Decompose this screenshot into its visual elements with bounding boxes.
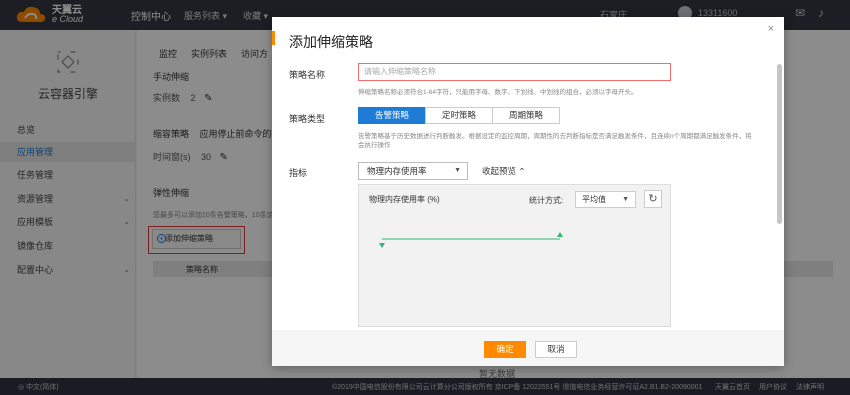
- policy-type-label: 策略类型: [289, 114, 326, 124]
- cancel-button[interactable]: 取消: [535, 341, 577, 358]
- metric-select-value: 物理内存使用率: [367, 166, 427, 176]
- policy-type-hint: 告警策略基于历史数据进行判断触发。根据设定的监控周期，周期性的去判断指标是否满足…: [358, 133, 752, 149]
- stat-method-label: 统计方式:: [529, 196, 564, 205]
- dialog-scrollbar[interactable]: [777, 64, 782, 224]
- collapse-preview-label: 收起预览: [482, 166, 517, 176]
- collapse-preview-link[interactable]: 收起预览 ⌃: [482, 165, 526, 177]
- caret-down-icon: ▼: [454, 167, 461, 174]
- policy-name-label: 策略名称: [289, 70, 326, 80]
- chevron-up-icon: ⌃: [518, 166, 526, 176]
- policy-name-input[interactable]: 请输入伸缩策略名称: [358, 63, 671, 81]
- metric-line-chart: [379, 232, 563, 248]
- close-icon[interactable]: ×: [768, 23, 774, 35]
- refresh-icon[interactable]: ↻: [644, 190, 662, 208]
- policy-type-scheduled[interactable]: 定时策略: [425, 107, 493, 124]
- caret-down-icon: ▼: [622, 196, 629, 203]
- title-accent: [272, 31, 275, 45]
- dialog-title: 添加伸缩策略: [289, 34, 373, 50]
- dialog-footer: 确定 取消: [272, 330, 784, 366]
- metric-label: 指标: [289, 168, 308, 178]
- chart-title: 物理内存使用率 (%): [369, 195, 440, 204]
- confirm-button[interactable]: 确定: [484, 341, 526, 358]
- policy-name-hint: 伸缩策略名称必须符合1-64字符，只能用字母、数字、下划线、中划线的组合，必须以…: [358, 89, 638, 96]
- stat-method-value: 平均值: [582, 195, 606, 204]
- policy-type-selector: 告警策略 定时策略 周期策略: [358, 107, 560, 124]
- metric-preview-chart: 物理内存使用率 (%) 统计方式: 平均值 ▼ ↻: [358, 184, 671, 327]
- add-scaling-policy-dialog: 添加伸缩策略 × 策略名称 请输入伸缩策略名称 伸缩策略名称必须符合1-64字符…: [272, 17, 784, 366]
- series-end-marker: [557, 232, 563, 237]
- policy-type-alarm[interactable]: 告警策略: [358, 107, 426, 124]
- policy-type-periodic[interactable]: 周期策略: [492, 107, 560, 124]
- stat-method-select[interactable]: 平均值 ▼: [575, 191, 636, 208]
- metric-select[interactable]: 物理内存使用率 ▼: [358, 162, 468, 180]
- series-start-marker: [379, 243, 385, 248]
